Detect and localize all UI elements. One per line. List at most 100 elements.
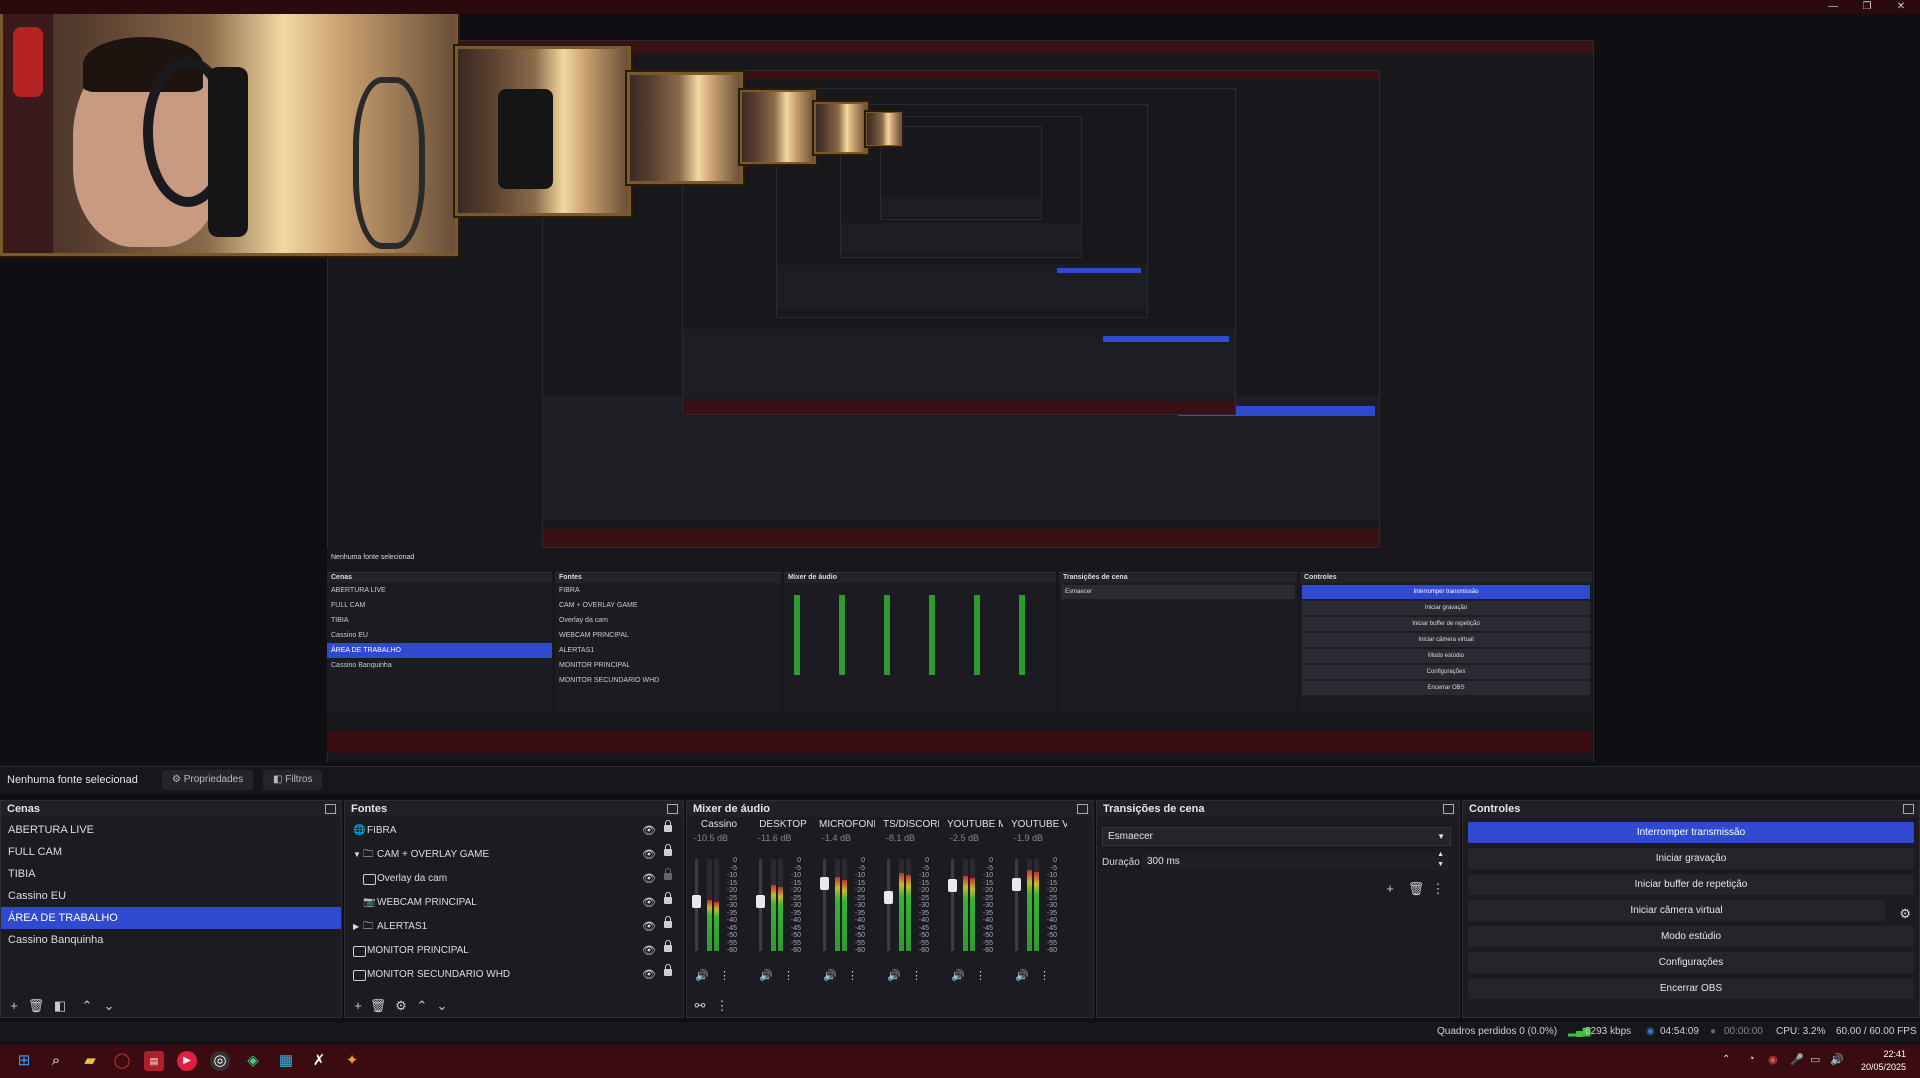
eye-icon[interactable]: 👁: [642, 843, 656, 867]
lock-icon[interactable]: [664, 820, 672, 832]
speaker-icon[interactable]: 🔊: [695, 969, 709, 982]
speaker-icon[interactable]: 🔊: [1015, 969, 1029, 982]
filter-icon[interactable]: ◧: [51, 998, 69, 1014]
search-icon[interactable]: ⌕: [46, 1051, 66, 1071]
close-button[interactable]: ✕: [1884, 0, 1918, 14]
lock-icon[interactable]: [664, 916, 672, 928]
file-explorer-icon[interactable]: ▰: [80, 1051, 100, 1071]
tray-icon[interactable]: ◔: [1748, 1053, 1755, 1065]
speaker-icon[interactable]: 🔊: [759, 969, 773, 982]
source-item[interactable]: MONITOR PRINCIPAL 👁: [345, 939, 683, 963]
up-arrow-icon[interactable]: ⌃: [413, 998, 431, 1014]
spin-icon[interactable]: ▲ ▼: [1437, 850, 1444, 870]
more-icon[interactable]: ⋮: [1039, 969, 1050, 982]
source-item[interactable]: MONITOR SECUNDARIO WHD 👁: [345, 963, 683, 987]
trash-icon[interactable]: 🗑: [27, 998, 45, 1014]
eye-icon[interactable]: 👁: [642, 963, 656, 987]
virtualcam-settings-icon[interactable]: ⚙: [1899, 906, 1911, 922]
scene-item[interactable]: Cassino EU: [1, 885, 341, 907]
speaker-icon[interactable]: 🔊: [951, 969, 965, 982]
volume-fader[interactable]: [948, 859, 957, 951]
obs-icon[interactable]: ◎: [210, 1051, 230, 1071]
lock-icon[interactable]: [664, 892, 672, 904]
source-item[interactable]: ▼ 🗀 CAM + OVERLAY GAME 👁: [345, 843, 683, 867]
scene-item[interactable]: Cassino Banquinha: [1, 929, 341, 951]
start-virtualcam-button[interactable]: Iniciar câmera virtual: [1468, 900, 1885, 921]
fader-knob[interactable]: [756, 895, 765, 908]
scene-item[interactable]: ÁREA DE TRABALHO: [1, 907, 341, 929]
fader-knob[interactable]: [692, 895, 701, 908]
expand-icon[interactable]: ▼: [353, 843, 361, 867]
eye-icon[interactable]: 👁: [642, 939, 656, 963]
tray-icon[interactable]: ◉: [1768, 1053, 1778, 1066]
lock-icon[interactable]: [664, 868, 672, 880]
more-icon[interactable]: ⋮: [783, 969, 794, 982]
duration-input[interactable]: 300 ms ▲ ▼: [1142, 850, 1449, 870]
lock-icon[interactable]: [664, 964, 672, 976]
down-arrow-icon[interactable]: ⌄: [100, 998, 118, 1014]
fader-knob[interactable]: [820, 876, 829, 890]
more-icon[interactable]: ⋮: [719, 969, 730, 982]
exit-button[interactable]: Encerrar OBS: [1468, 978, 1914, 999]
app-icon[interactable]: ▤: [144, 1051, 164, 1071]
opera-icon[interactable]: ◯: [112, 1051, 132, 1071]
source-item[interactable]: 📷 WEBCAM PRINCIPAL 👁: [345, 891, 683, 915]
volume-fader[interactable]: [1012, 859, 1021, 951]
more-icon[interactable]: ⋮: [975, 969, 986, 982]
clock-time[interactable]: 22:41: [1858, 1049, 1906, 1059]
studio-mode-button[interactable]: Modo estúdio: [1468, 926, 1914, 947]
volume-fader[interactable]: [884, 859, 893, 951]
volume-icon[interactable]: 🔊: [1830, 1053, 1844, 1066]
eye-icon[interactable]: 👁: [642, 819, 656, 843]
source-item[interactable]: Overlay da cam 👁: [345, 867, 683, 891]
more-icon[interactable]: ⋮: [911, 969, 922, 982]
volume-fader[interactable]: [756, 859, 765, 951]
fader-knob[interactable]: [884, 891, 893, 904]
tray-chevron-icon[interactable]: ⌃: [1722, 1054, 1730, 1065]
add-icon[interactable]: +: [5, 998, 23, 1013]
start-recording-button[interactable]: Iniciar gravação: [1468, 848, 1914, 869]
app-icon[interactable]: ✗: [309, 1051, 329, 1071]
fader-knob[interactable]: [1012, 878, 1021, 892]
scene-item[interactable]: TIBIA: [1, 863, 341, 885]
fader-knob[interactable]: [948, 879, 957, 892]
network-icon[interactable]: ▭: [1810, 1053, 1820, 1066]
more-icon[interactable]: ⋮: [713, 998, 731, 1014]
source-item[interactable]: 🌐 FIBRA 👁: [345, 819, 683, 843]
scene-item[interactable]: FULL CAM: [1, 841, 341, 863]
eye-icon[interactable]: 👁: [642, 891, 656, 915]
speaker-icon[interactable]: 🔊: [887, 969, 901, 982]
eye-icon[interactable]: 👁: [642, 915, 656, 939]
scene-item[interactable]: ABERTURA LIVE: [1, 819, 341, 841]
windows-start-icon[interactable]: ⊞: [14, 1051, 34, 1071]
gear-icon[interactable]: ⚙: [392, 998, 410, 1014]
properties-button[interactable]: ⚙ Propriedades: [162, 770, 254, 790]
trash-icon[interactable]: 🗑: [1407, 881, 1425, 897]
undock-icon[interactable]: [1077, 804, 1088, 814]
lock-icon[interactable]: [664, 940, 672, 952]
up-arrow-icon[interactable]: ⌃: [78, 998, 96, 1014]
stop-stream-button[interactable]: Interromper transmissão: [1468, 822, 1914, 843]
link-icon[interactable]: ⚯: [691, 998, 709, 1014]
speaker-icon[interactable]: 🔊: [823, 969, 837, 982]
mic-icon[interactable]: 🎤: [1790, 1053, 1804, 1066]
trash-icon[interactable]: 🗑: [369, 998, 387, 1014]
undock-icon[interactable]: [1443, 804, 1454, 814]
start-replay-buffer-button[interactable]: Iniciar buffer de repetição: [1468, 874, 1914, 895]
add-icon[interactable]: +: [1381, 881, 1399, 896]
app-icon[interactable]: ✦: [342, 1051, 362, 1071]
clock-date[interactable]: 20/05/2025: [1858, 1062, 1906, 1072]
collapse-icon[interactable]: ▶: [353, 915, 359, 939]
source-item[interactable]: ▶ 🗀 ALERTAS1 👁: [345, 915, 683, 939]
discord-icon[interactable]: ◈: [243, 1051, 263, 1071]
notes-icon[interactable]: ▦: [276, 1051, 296, 1071]
volume-fader[interactable]: [692, 859, 701, 951]
undock-icon[interactable]: [667, 804, 678, 814]
volume-fader[interactable]: [820, 859, 829, 951]
eye-icon[interactable]: 👁: [642, 867, 656, 891]
down-arrow-icon[interactable]: ⌄: [433, 998, 451, 1014]
lock-icon[interactable]: [664, 844, 672, 856]
maximize-button[interactable]: ❐: [1850, 0, 1884, 14]
filters-button[interactable]: ◧ Filtros: [263, 770, 323, 790]
undock-icon[interactable]: [1903, 804, 1914, 814]
